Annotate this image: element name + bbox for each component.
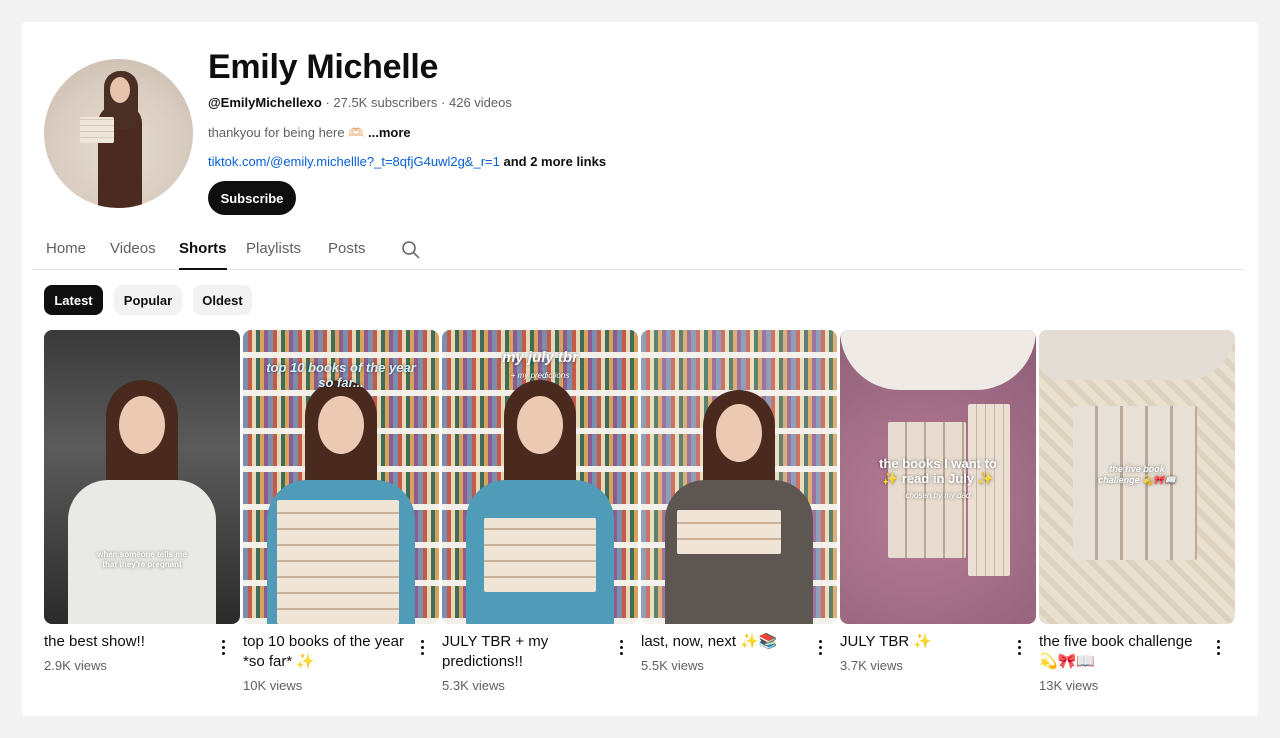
short-card[interactable]: when someone tells me that they're pregn… xyxy=(44,330,240,673)
short-card[interactable]: my july tbr + my predictions JULY TBR + … xyxy=(442,330,638,693)
channel-links: tiktok.com/@emily.michellle?_t=8qfjG4uwl… xyxy=(208,154,606,169)
thumbnail-subcaption: + my predictions xyxy=(510,371,570,380)
short-thumbnail[interactable]: the five book challenge 💫🎀📖 xyxy=(1039,330,1235,624)
short-views: 3.7K views xyxy=(840,658,903,673)
channel-stats: · 27.5K subscribers · 426 videos xyxy=(321,95,512,110)
filter-popular[interactable]: Popular xyxy=(114,285,182,315)
thumbnail-caption: top 10 books of the year so far... xyxy=(266,360,416,390)
channel-name: Emily Michelle xyxy=(208,48,439,86)
short-title[interactable]: the best show!! xyxy=(44,632,214,652)
channel-page: Emily Michelle @EmilyMichellexo · 27.5K … xyxy=(22,22,1258,716)
channel-description[interactable]: thankyou for being here 🫶🏻 ...more xyxy=(208,125,411,141)
short-thumbnail[interactable] xyxy=(641,330,837,624)
more-options-icon[interactable] xyxy=(616,640,626,658)
description-text: thankyou for being here 🫶🏻 xyxy=(208,125,369,140)
more-options-icon[interactable] xyxy=(1014,640,1024,658)
channel-avatar[interactable] xyxy=(44,59,193,208)
short-title[interactable]: top 10 books of the year *so far* ✨ xyxy=(243,632,413,672)
short-title[interactable]: JULY TBR ✨ xyxy=(840,632,1010,652)
short-thumbnail[interactable]: top 10 books of the year so far... xyxy=(243,330,439,624)
short-card[interactable]: the five book challenge 💫🎀📖 the five boo… xyxy=(1039,330,1235,693)
more-links-button[interactable]: and 2 more links xyxy=(500,154,606,169)
short-card[interactable]: top 10 books of the year so far... top 1… xyxy=(243,330,439,693)
short-card[interactable]: the books I want to ✨ read in July ✨ cho… xyxy=(840,330,1036,673)
filter-latest[interactable]: Latest xyxy=(44,285,103,315)
short-views: 10K views xyxy=(243,678,303,693)
channel-tabs: Home Videos Shorts Playlists Posts xyxy=(32,232,1244,270)
short-card[interactable]: last, now, next ✨📚 5.5K views xyxy=(641,330,837,673)
filter-oldest[interactable]: Oldest xyxy=(193,285,252,315)
tab-videos[interactable]: Videos xyxy=(110,240,156,270)
short-thumbnail[interactable]: my july tbr + my predictions xyxy=(442,330,638,624)
tab-home[interactable]: Home xyxy=(46,240,86,270)
short-thumbnail[interactable]: when someone tells me that they're pregn… xyxy=(44,330,240,624)
thumbnail-caption: my july tbr xyxy=(502,349,578,366)
thumbnail-caption: the books I want to ✨ read in July ✨ xyxy=(879,456,997,486)
tab-playlists[interactable]: Playlists xyxy=(246,240,301,270)
external-link[interactable]: tiktok.com/@emily.michellle?_t=8qfjG4uwl… xyxy=(208,154,500,169)
more-options-icon[interactable] xyxy=(218,640,228,658)
thumbnail-subcaption: chosen by my dad xyxy=(905,491,971,500)
thumbnail-caption: the five book challenge 💫🎀📖 xyxy=(1098,464,1176,485)
subscribe-button[interactable]: Subscribe xyxy=(208,181,296,215)
short-title[interactable]: JULY TBR + my predictions!! xyxy=(442,632,612,672)
channel-meta: @EmilyMichellexo · 27.5K subscribers · 4… xyxy=(208,95,512,110)
tab-posts[interactable]: Posts xyxy=(328,240,366,270)
thumbnail-caption: when someone tells me that they're pregn… xyxy=(97,550,187,569)
short-views: 5.5K views xyxy=(641,658,704,673)
search-icon[interactable] xyxy=(401,240,421,260)
more-options-icon[interactable] xyxy=(417,640,427,658)
short-views: 13K views xyxy=(1039,678,1099,693)
more-options-icon[interactable] xyxy=(1213,640,1223,658)
more-button[interactable]: ...more xyxy=(368,125,411,140)
short-views: 2.9K views xyxy=(44,658,107,673)
tab-shorts[interactable]: Shorts xyxy=(179,240,227,270)
short-thumbnail[interactable]: the books I want to ✨ read in July ✨ cho… xyxy=(840,330,1036,624)
more-options-icon[interactable] xyxy=(815,640,825,658)
channel-handle: @EmilyMichellexo xyxy=(208,95,322,110)
short-title[interactable]: last, now, next ✨📚 xyxy=(641,632,811,652)
short-views: 5.3K views xyxy=(442,678,505,693)
short-title[interactable]: the five book challenge 💫🎀📖 xyxy=(1039,632,1209,672)
